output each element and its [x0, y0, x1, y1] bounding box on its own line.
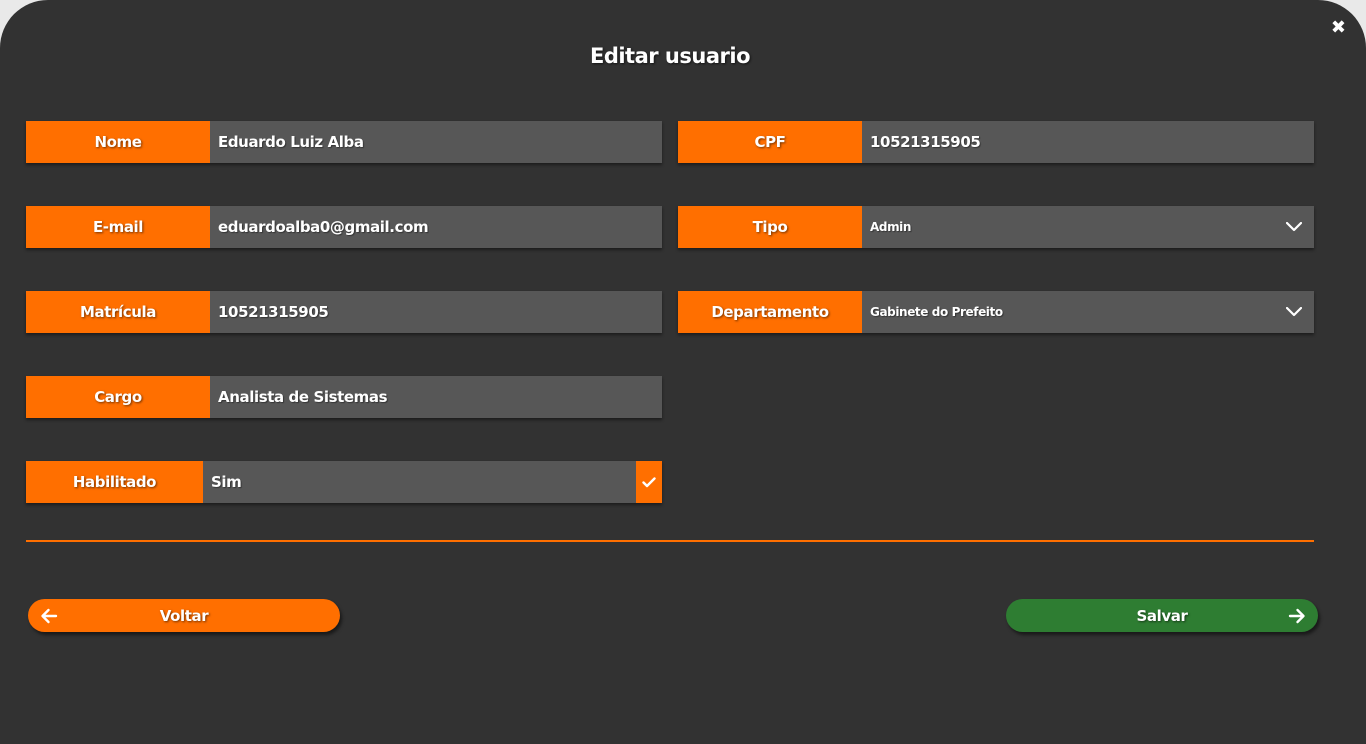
departamento-select[interactable]: Gabinete do Prefeito: [862, 291, 1314, 333]
back-button-label: Voltar: [159, 606, 209, 625]
departamento-label: Departamento: [678, 291, 862, 333]
departamento-field: Departamento Gabinete do Prefeito: [678, 291, 1314, 333]
matricula-field: Matrícula 10521315905: [26, 291, 662, 333]
departamento-selected-value: Gabinete do Prefeito: [870, 305, 1003, 319]
cpf-field: CPF 10521315905: [678, 121, 1314, 163]
nome-input[interactable]: Eduardo Luiz Alba: [210, 121, 662, 163]
save-button[interactable]: Salvar: [1006, 599, 1318, 632]
habilitado-value: Sim: [203, 461, 636, 503]
habilitado-label: Habilitado: [26, 461, 203, 503]
edit-user-dialog: ✖ Editar usuario Nome Eduardo Luiz Alba …: [0, 0, 1366, 744]
tipo-select[interactable]: Admin: [862, 206, 1314, 248]
matricula-label: Matrícula: [26, 291, 210, 333]
tipo-field: Tipo Admin: [678, 206, 1314, 248]
arrow-left-icon: [41, 608, 58, 624]
email-field: E-mail eduardoalba0@gmail.com: [26, 206, 662, 248]
nome-label: Nome: [26, 121, 210, 163]
close-icon[interactable]: ✖: [1331, 17, 1346, 39]
chevron-down-icon: [1286, 219, 1302, 235]
chevron-down-icon: [1286, 304, 1302, 320]
cargo-input[interactable]: Analista de Sistemas: [210, 376, 662, 418]
tipo-selected-value: Admin: [870, 220, 912, 234]
save-button-label: Salvar: [1136, 606, 1188, 625]
cargo-field: Cargo Analista de Sistemas: [26, 376, 662, 418]
arrow-right-icon: [1288, 608, 1305, 624]
cargo-label: Cargo: [26, 376, 210, 418]
email-label: E-mail: [26, 206, 210, 248]
matricula-input[interactable]: 10521315905: [210, 291, 662, 333]
check-icon: [642, 476, 656, 487]
cpf-input[interactable]: 10521315905: [862, 121, 1314, 163]
divider: [26, 540, 1314, 542]
tipo-label: Tipo: [678, 206, 862, 248]
back-button[interactable]: Voltar: [28, 599, 340, 632]
habilitado-checkbox[interactable]: [636, 461, 662, 503]
dialog-title: Editar usuario: [589, 44, 751, 68]
habilitado-field: Habilitado Sim: [26, 461, 662, 503]
nome-field: Nome Eduardo Luiz Alba: [26, 121, 662, 163]
cpf-label: CPF: [678, 121, 862, 163]
email-input[interactable]: eduardoalba0@gmail.com: [210, 206, 662, 248]
